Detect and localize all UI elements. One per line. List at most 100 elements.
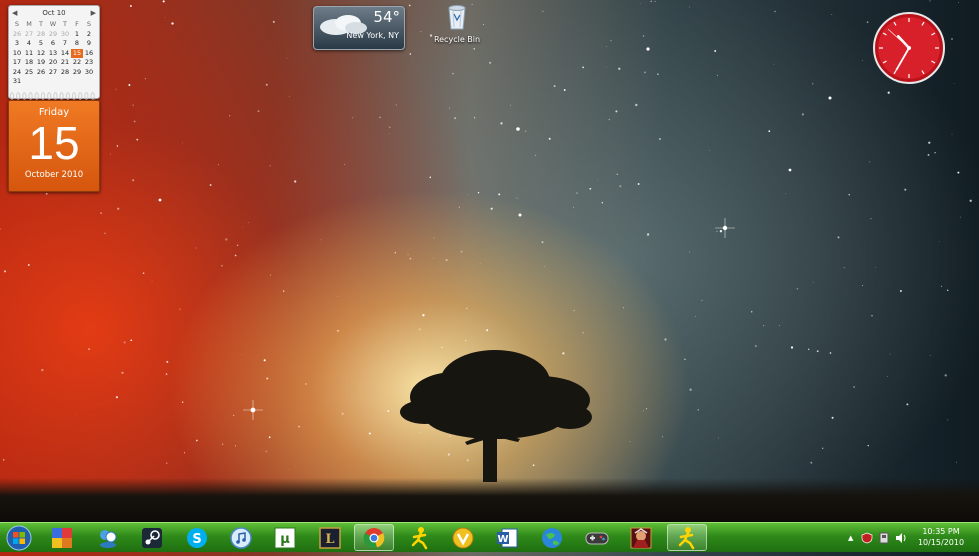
league-of-legends-icon: L [319,526,341,549]
calendar-day-cell[interactable]: 4 [23,39,35,49]
calendar-day-cell [35,77,47,87]
shield-icon[interactable] [861,532,873,544]
weather-gadget[interactable]: 54° New York, NY [313,6,405,50]
recycle-bin[interactable]: Recycle Bin [430,4,484,52]
calendar-day-cell[interactable]: 29 [71,68,83,78]
recycle-bin-icon [448,5,466,30]
taskbar-date: 10/15/2010 [917,538,965,547]
calendar-grid: S M T W T F S 26 27 28 29 30 1 2 3 4 5 6 7 8 9 10 11 12 13 14 15 16… [9,20,99,87]
calendar-day-cell[interactable]: 19 [35,58,47,68]
calendar-day-cell[interactable]: 10 [11,49,23,59]
calendar-day-cell[interactable]: 2 [83,30,95,40]
windows-start-icon [6,525,32,551]
calendar-prev-button[interactable]: ◀ [12,9,17,17]
calendar-day-cell[interactable]: 6 [47,39,59,49]
calendar-day-cell[interactable]: 26 [35,68,47,78]
itunes-icon [230,526,252,549]
calendar-day-cell[interactable]: 27 [23,30,35,40]
taskbar-steam[interactable] [132,524,172,551]
taskbar-vlc[interactable] [443,524,483,551]
aim-icon [411,526,428,549]
taskbar-clock[interactable]: 10:35 PM 10/15/2010 [912,526,970,548]
calendar-day-cell[interactable]: 5 [35,39,47,49]
taskbar-league-of-legends[interactable]: L [310,524,350,551]
start-button[interactable] [4,524,34,552]
system-tray: ▲ [848,523,907,552]
recycle-bin-label: Recycle Bin [433,35,481,44]
calendar-day-cell [59,77,71,87]
calendar-day-cell [23,77,35,87]
taskbar-aim[interactable] [400,524,440,551]
calendar-day-cell[interactable]: 23 [83,58,95,68]
calendar-day-cell[interactable]: 25 [23,68,35,78]
calendar-day-cell[interactable]: 30 [59,30,71,40]
weather-city: New York, NY [346,31,399,40]
tree-silhouette [400,350,592,482]
calendar-day-cell[interactable]: 13 [47,49,59,59]
taskbar-skype[interactable]: S [177,524,217,551]
calendar-day-card[interactable]: Friday 15 October 2010 [8,100,100,192]
calendar-day-cell[interactable]: 11 [23,49,35,59]
calendar-day-cell[interactable]: 30 [83,68,95,78]
calendar-binder-rings [9,92,95,100]
calendar-day-cell[interactable]: 3 [11,39,23,49]
messenger-icon [100,529,117,548]
taskbar-itunes[interactable] [221,524,261,551]
calendar-day-cell [47,77,59,87]
calendar-gadget[interactable]: ◀ Oct 10 ▶ S M T W T F S 26 27 28 29 30 1 2 3 4 5 6 7 8 9 10 1… [8,5,100,99]
show-hidden-icons-button[interactable]: ▲ [848,534,853,542]
calendar-weekday: T [63,20,67,28]
calendar-weekday: S [14,20,20,28]
taskbar-word[interactable]: W [487,524,527,551]
clock-gadget[interactable] [871,4,947,94]
calendar-day-cell[interactable]: 9 [83,39,95,49]
svg-text:W: W [497,534,508,545]
volume-icon[interactable] [895,532,907,544]
calendar-month-year: October 2010 [24,170,84,180]
calendar-day-cell[interactable]: 26 [11,30,23,40]
calendar-day-cell[interactable]: 17 [11,58,23,68]
taskbar-aim-active[interactable] [667,524,707,551]
controller-icon [585,532,609,544]
calendar-day-cell[interactable]: 12 [35,49,47,59]
taskbar-browser[interactable] [532,524,572,551]
calendar-day-cell[interactable]: 15 [71,48,83,58]
calendar-day-cell[interactable]: 18 [23,58,35,68]
calendar-day-cell[interactable]: 27 [47,68,59,78]
calendar-day-cell[interactable]: 14 [59,49,71,59]
taskbar-chrome[interactable] [354,524,394,551]
chrome-icon [363,527,385,548]
taskbar-time: 10:35 PM [922,527,960,536]
utorrent-icon: µ [274,527,296,548]
calendar-day-cell[interactable]: 22 [71,58,83,68]
taskbar-controller[interactable] [577,524,617,551]
steam-icon [142,527,162,548]
games-icon [52,527,72,548]
taskbar-utorrent[interactable]: µ [265,524,305,551]
svg-text:L: L [325,532,334,547]
word-icon: W [497,528,518,547]
browser-globe-icon [542,527,562,548]
calendar-day-cell[interactable]: 24 [11,68,23,78]
calendar-day-cell[interactable]: 7 [59,39,71,49]
calendar-day-cell[interactable]: 29 [47,30,59,40]
svg-text:S: S [192,532,201,547]
calendar-day-cell[interactable]: 21 [59,58,71,68]
calendar-next-button[interactable]: ▶ [91,9,96,17]
calendar-day-cell[interactable]: 28 [59,68,71,78]
calendar-weekday: M [26,20,32,28]
calendar-day-cell[interactable]: 28 [35,30,47,40]
weather-temperature: 54° [373,8,400,26]
calendar-day-cell[interactable]: 16 [83,49,95,59]
calendar-day-cell[interactable]: 8 [71,39,83,49]
calendar-day-cell[interactable]: 20 [47,58,59,68]
taskbar-game[interactable] [621,524,661,551]
game-hero-icon [630,527,652,548]
taskbar-messenger[interactable] [88,524,128,551]
calendar-header: ◀ Oct 10 ▶ [9,6,99,20]
calendar-day-cell[interactable]: 1 [71,30,83,40]
calendar-weekday: T [39,20,43,28]
calendar-day-cell[interactable]: 31 [11,77,23,87]
device-icon[interactable] [879,532,889,544]
taskbar-games[interactable] [42,524,82,551]
